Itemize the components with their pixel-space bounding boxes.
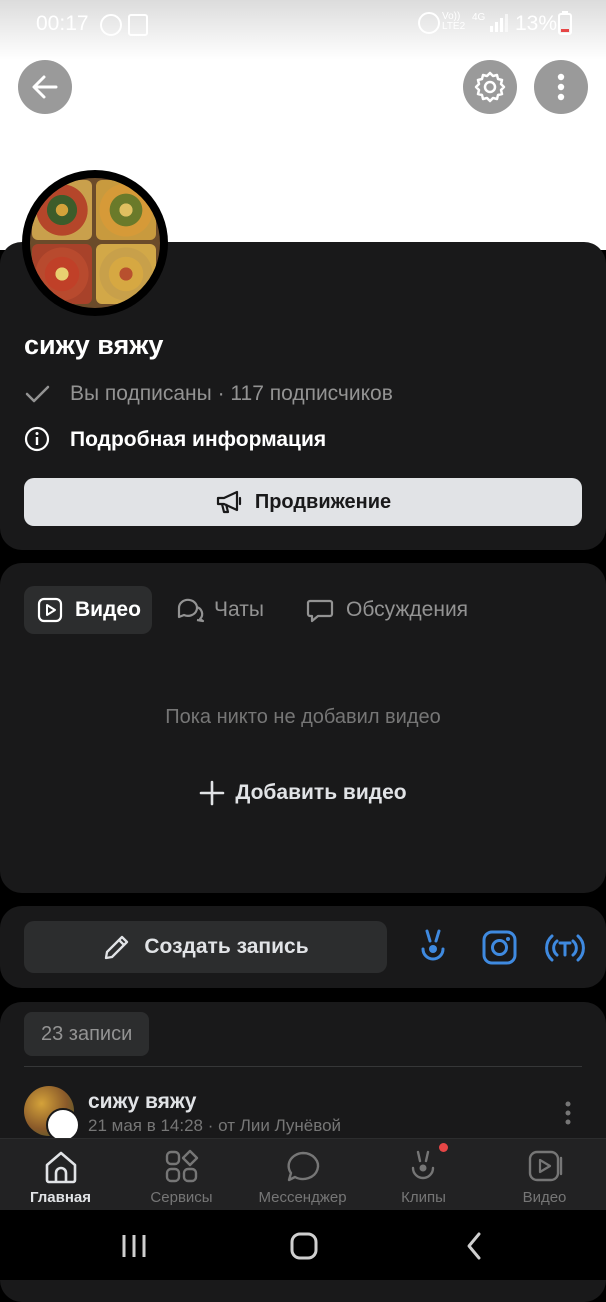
post-meta: 21 мая в 14:28 · от Лии Лунёвой [88, 1116, 342, 1135]
nav-clips-label: Клипы [401, 1189, 446, 1206]
add-video-label: Добавить видео [235, 781, 407, 804]
home-system-icon[interactable] [288, 1230, 320, 1262]
group-avatar[interactable] [30, 178, 160, 308]
avatar-square [96, 244, 156, 304]
messenger-icon [287, 1151, 320, 1182]
battery-percent: 13% [515, 12, 558, 35]
nav-home[interactable]: Главная [0, 1139, 121, 1211]
camera-icon[interactable] [482, 930, 518, 966]
nav-services[interactable]: Сервисы [121, 1139, 242, 1211]
nav-clips[interactable]: Клипы [363, 1139, 484, 1211]
status-bar: 00:17 Vo)) LTE2 4G 13% [0, 0, 606, 46]
posts-count-chip[interactable]: 23 записи [24, 1012, 150, 1056]
promotion-label: Продвижение [254, 490, 392, 513]
plus-icon [200, 780, 225, 806]
clip-icon[interactable] [417, 927, 453, 967]
system-nav-bar [0, 1210, 606, 1280]
tab-chats[interactable]: Чаты [176, 586, 264, 634]
avatar-square [32, 180, 92, 240]
add-video-button[interactable]: Добавить видео [0, 780, 606, 806]
battery-icon [558, 11, 572, 35]
nav-messenger-label: Мессенджер [258, 1189, 347, 1206]
details-label: Подробная информация [70, 428, 327, 451]
nav-home-label: Главная [29, 1189, 91, 1206]
tab-chats-label: Чаты [214, 598, 264, 621]
signal-icon [490, 14, 508, 32]
tab-video-label: Видео [75, 598, 141, 621]
nav-services-label: Сервисы [150, 1189, 213, 1206]
promotion-button[interactable]: Продвижение [24, 478, 582, 526]
live-stream-icon[interactable] [543, 930, 587, 966]
avatar-square [96, 180, 156, 240]
tab-discussions-label: Обсуждения [346, 598, 469, 621]
more-vertical-icon [557, 73, 565, 101]
empty-videos-text: Пока никто не добавил видео [165, 706, 441, 728]
pencil-icon [105, 935, 129, 960]
more-button[interactable] [534, 60, 588, 114]
settings-button[interactable] [463, 60, 517, 114]
home-icon [45, 1151, 77, 1184]
status-time: 00:17 [36, 12, 89, 35]
nav-video-label: Видео [522, 1189, 567, 1206]
group-name: сижу вяжу [24, 330, 164, 360]
chats-icon [177, 598, 205, 623]
megaphone-icon [216, 490, 241, 514]
subscription-text: Вы подписаны · 117 подписчиков [70, 382, 393, 405]
network-gen-label: 4G [472, 12, 486, 23]
volte-label: Vo)) LTE2 [442, 11, 466, 32]
recent-apps-icon[interactable] [120, 1232, 150, 1260]
notification-badge [439, 1143, 448, 1152]
tab-video[interactable]: Видео [24, 586, 152, 634]
back-system-icon[interactable] [462, 1230, 486, 1262]
post-author-sub-avatar [46, 1108, 80, 1142]
clips-icon [411, 1150, 435, 1180]
tab-discussions[interactable]: Обсуждения [306, 586, 468, 634]
back-button[interactable] [18, 60, 72, 114]
check-icon [25, 385, 50, 403]
arrow-left-icon [32, 75, 58, 99]
post-author[interactable]: сижу вяжу [88, 1090, 196, 1114]
avatar-square [32, 244, 92, 304]
divider [24, 1066, 582, 1067]
post-more-icon[interactable] [556, 1098, 580, 1128]
sync-icon [100, 14, 122, 36]
comment-icon [306, 599, 334, 623]
alarm-icon [418, 12, 440, 34]
bottom-nav: Главная Сервисы Мессенджер Клипы Видео [0, 1138, 606, 1211]
play-square-icon [37, 597, 63, 623]
create-post-button[interactable]: Создать запись [24, 921, 387, 973]
storage-icon [128, 14, 148, 36]
video-icon [528, 1150, 563, 1182]
create-post-label: Создать запись [144, 935, 309, 958]
nav-messenger[interactable]: Мессенджер [242, 1139, 363, 1211]
nav-video[interactable]: Видео [484, 1139, 605, 1211]
gear-icon [474, 71, 506, 103]
info-icon [24, 426, 50, 452]
services-icon [165, 1149, 199, 1183]
